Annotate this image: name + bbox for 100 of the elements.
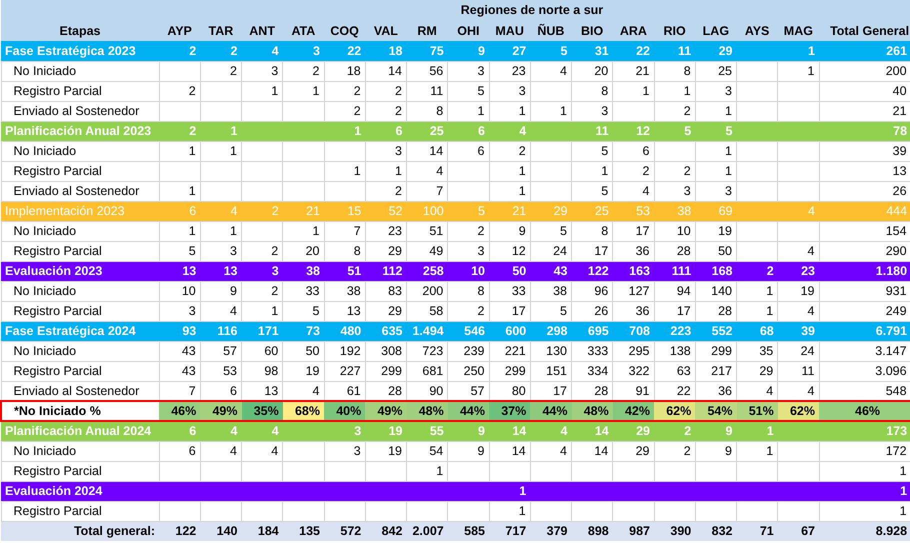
table-cell: 931 xyxy=(819,281,910,301)
table-cell: 2 xyxy=(200,41,242,61)
table-cell: 23 xyxy=(778,261,819,281)
table-cell: 1 xyxy=(365,161,406,181)
table-cell: 1 xyxy=(572,161,613,181)
table-cell: 14 xyxy=(489,441,530,461)
percent-cell: 44% xyxy=(448,401,489,421)
table-cell: 11 xyxy=(572,121,613,141)
table-cell: 200 xyxy=(406,281,448,301)
table-cell: 28 xyxy=(654,241,696,261)
percent-cell: 44% xyxy=(530,401,572,421)
row-label: No Iniciado xyxy=(1,141,159,161)
table-cell: 27 xyxy=(489,41,530,61)
table-cell: 480 xyxy=(324,321,366,341)
table-cell: 9 xyxy=(448,421,489,441)
row-label: Registro Parcial xyxy=(1,301,159,321)
table-cell: 552 xyxy=(695,321,736,341)
table-cell: 2 xyxy=(282,61,324,81)
table-cell: 25 xyxy=(695,61,736,81)
table-cell: 1 xyxy=(200,121,242,141)
table-cell: 43 xyxy=(159,361,200,381)
table-cell: 585 xyxy=(448,521,489,541)
row-label: Registro Parcial xyxy=(1,81,159,101)
table-cell: 1 xyxy=(159,221,200,241)
row-label: Enviado al Sostenedor xyxy=(1,381,159,401)
table-cell: 717 xyxy=(489,521,530,541)
table-cell: 127 xyxy=(612,281,654,301)
table-cell: 2 xyxy=(242,241,283,261)
table-cell: 24 xyxy=(778,341,819,361)
table-cell: 13 xyxy=(159,261,200,281)
table-cell: 227 xyxy=(324,361,366,381)
table-cell: 299 xyxy=(489,361,530,381)
table-cell: 69 xyxy=(695,201,736,221)
table-cell: 1 xyxy=(489,181,530,201)
table-cell: 11 xyxy=(406,81,448,101)
table-cell: 3 xyxy=(695,181,736,201)
table-cell: 3 xyxy=(695,81,736,101)
percent-cell: 46% xyxy=(819,401,910,421)
table-cell: 681 xyxy=(406,361,448,381)
table-cell: 130 xyxy=(530,341,572,361)
table-cell: 708 xyxy=(612,321,654,341)
table-cell: 5 xyxy=(530,41,572,61)
table-cell: 546 xyxy=(448,321,489,341)
table-cell: 695 xyxy=(572,321,613,341)
table-cell: 5 xyxy=(448,201,489,221)
table-cell: 1 xyxy=(736,301,778,321)
table-cell: 832 xyxy=(695,521,736,541)
table-cell: 1 xyxy=(282,81,324,101)
table-cell: 116 xyxy=(200,321,242,341)
table-cell: 29 xyxy=(365,241,406,261)
table-cell: 6.791 xyxy=(819,321,910,341)
table-cell: 38 xyxy=(282,261,324,281)
column-header: RIO xyxy=(654,20,696,41)
table-cell: 33 xyxy=(282,281,324,301)
table-cell: 298 xyxy=(530,321,572,341)
column-header: TAR xyxy=(200,20,242,41)
table-cell: 17 xyxy=(654,301,696,321)
table-cell: 600 xyxy=(489,321,530,341)
table-cell: 898 xyxy=(572,521,613,541)
table-cell: 444 xyxy=(819,201,910,221)
table-cell: 258 xyxy=(406,261,448,281)
percent-cell: 42% xyxy=(612,401,654,421)
table-cell: 390 xyxy=(654,521,696,541)
table-cell: 28 xyxy=(695,301,736,321)
table-cell: 19 xyxy=(365,421,406,441)
table-cell: 53 xyxy=(200,361,242,381)
column-header: RM xyxy=(406,20,448,41)
table-cell: 1 xyxy=(159,181,200,201)
table-cell: 5 xyxy=(448,81,489,101)
table-cell: 171 xyxy=(242,321,283,341)
row-label: Planificación Anual 2023 xyxy=(1,121,159,141)
table-cell: 4 xyxy=(200,421,242,441)
table-cell: 4 xyxy=(200,201,242,221)
table-cell: 379 xyxy=(530,521,572,541)
table-cell: 17 xyxy=(489,301,530,321)
row-label: Fase Estratégica 2023 xyxy=(1,41,159,61)
table-cell: 1 xyxy=(489,101,530,121)
table-cell: 56 xyxy=(406,61,448,81)
table-cell: 4 xyxy=(242,421,283,441)
table-cell: 12 xyxy=(612,121,654,141)
percent-cell: 49% xyxy=(200,401,242,421)
table-cell: 1 xyxy=(242,81,283,101)
table-cell: 5 xyxy=(282,301,324,321)
table-cell: 3 xyxy=(448,61,489,81)
row-label: Registro Parcial xyxy=(1,161,159,181)
table-cell: 14 xyxy=(572,441,613,461)
table-cell: 308 xyxy=(365,341,406,361)
table-cell: 60 xyxy=(242,341,283,361)
table-cell: 17 xyxy=(612,221,654,241)
table-cell: 6 xyxy=(159,441,200,461)
table-cell: 6 xyxy=(448,141,489,161)
table-cell: 1 xyxy=(778,61,819,81)
table-cell: 3 xyxy=(200,241,242,261)
table-cell: 57 xyxy=(200,341,242,361)
table-cell: 3 xyxy=(324,421,366,441)
row-label: No Iniciado xyxy=(1,341,159,361)
table-cell: 9 xyxy=(489,221,530,241)
table-cell: 18 xyxy=(324,61,366,81)
table-cell: 9 xyxy=(695,421,736,441)
table-cell: 23 xyxy=(365,221,406,241)
